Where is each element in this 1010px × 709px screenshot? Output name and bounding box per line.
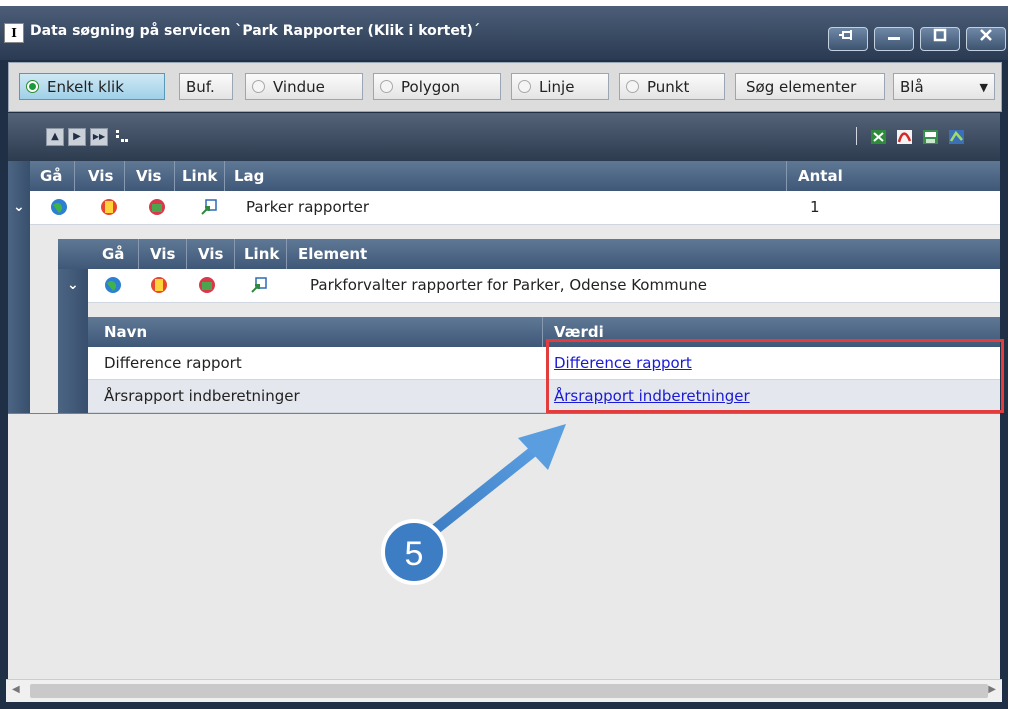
annotation-overlay: 5: [381, 424, 566, 585]
step-number: 5: [405, 535, 424, 573]
step-arrow: [426, 424, 566, 538]
